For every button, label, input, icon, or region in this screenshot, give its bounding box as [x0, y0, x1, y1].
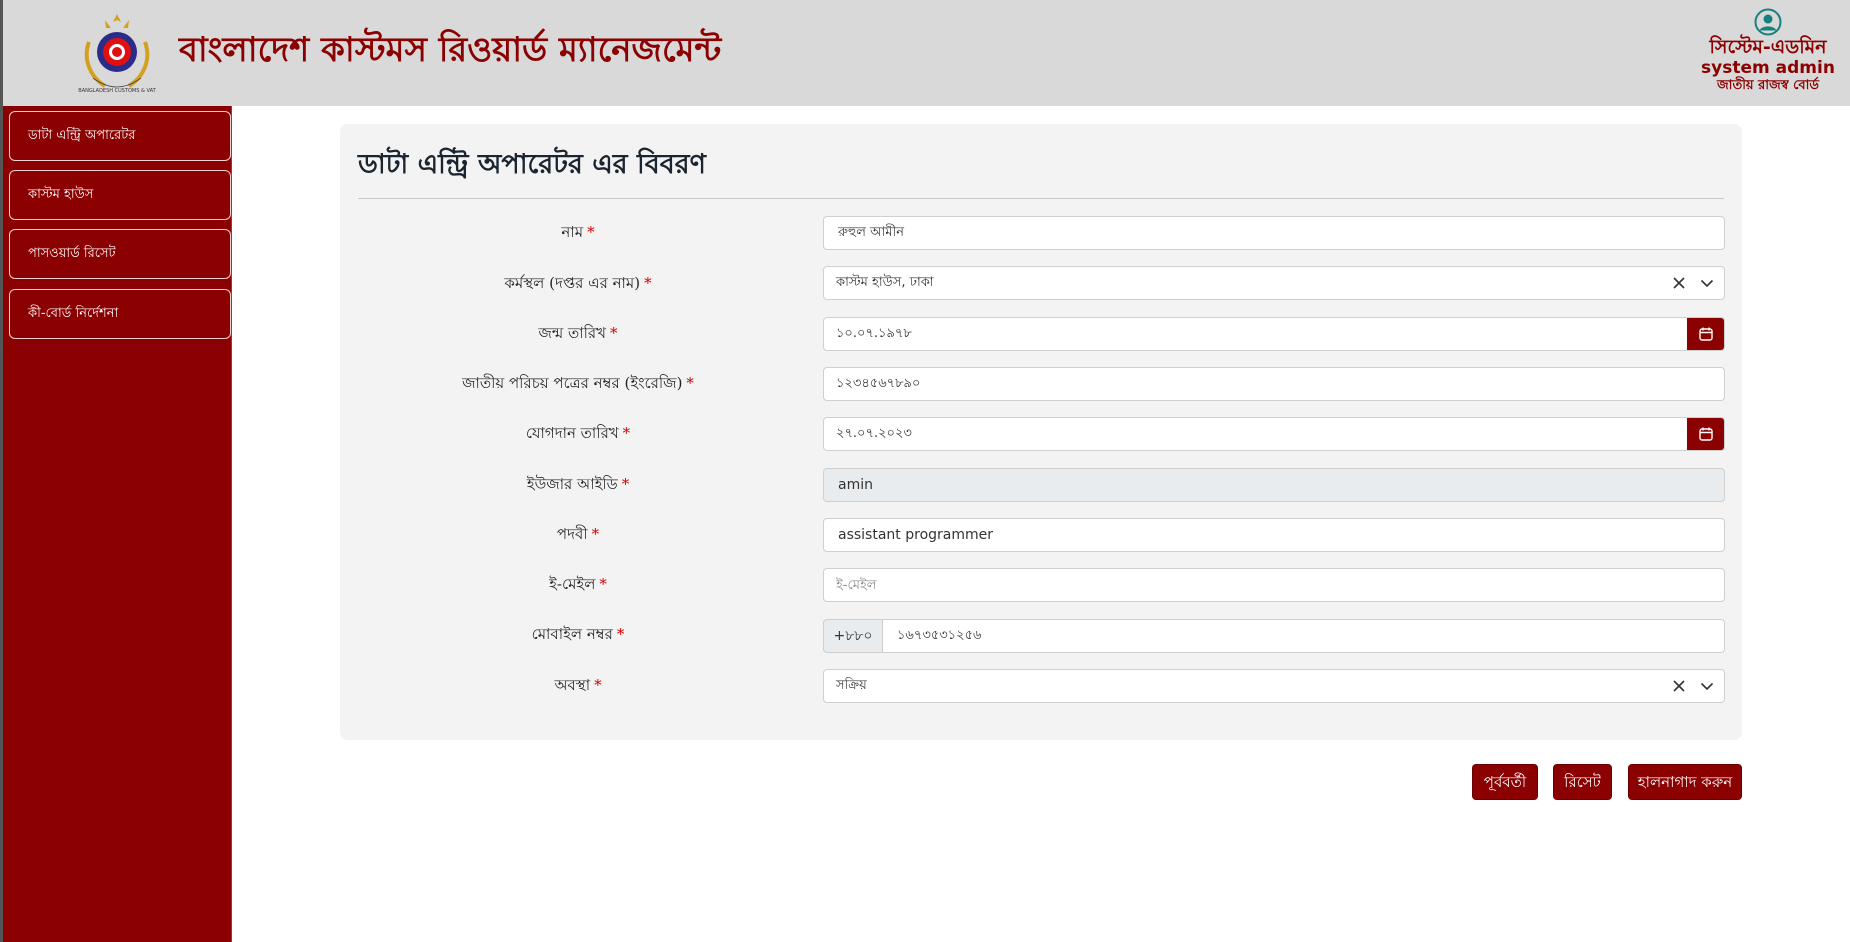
mobile-input[interactable]: ১৬৭৩৫৩১২৫৬	[882, 619, 1725, 653]
update-button[interactable]: হালনাগাদ করুন	[1628, 764, 1742, 800]
sidebar-item-password-reset[interactable]: পাসওয়ার্ড রিসেট	[9, 229, 231, 279]
sidebar-item-custom-house[interactable]: কাস্টম হাউস	[9, 170, 231, 220]
status-select[interactable]: সক্রিয়	[823, 669, 1725, 703]
name-label: নাম *	[561, 223, 595, 241]
workplace-select[interactable]: কাস্টম হাউস, ঢাকা	[823, 266, 1725, 300]
top-header: BANGLADESH CUSTOMS & VAT বাংলাদেশ কাস্টম…	[0, 0, 1850, 106]
customs-emblem-icon: BANGLADESH CUSTOMS & VAT	[78, 14, 157, 94]
required-mark: *	[594, 676, 602, 694]
sidebar-item-keyboard-guide[interactable]: কী-বোর্ড নির্দেশনা	[9, 289, 231, 339]
workplace-label: কর্মস্থল (দপ্তর এর নাম) *	[504, 274, 652, 292]
required-mark: *	[686, 374, 694, 392]
name-input[interactable]: রুহুল আমীন	[823, 216, 1725, 250]
chevron-down-icon[interactable]	[1700, 679, 1714, 693]
required-mark: *	[622, 424, 631, 442]
reset-button[interactable]: রিসেট	[1553, 764, 1612, 800]
dob-label: জন্ম তারিখ *	[538, 324, 618, 342]
designation-label: পদবী *	[556, 525, 600, 543]
previous-button[interactable]: পূর্ববর্তী	[1472, 764, 1538, 800]
email-label: ই-মেইল *	[549, 575, 607, 593]
sidebar-item-data-entry-operator[interactable]: ডাটা এন্ট্রি অপারেটর	[9, 111, 231, 161]
user-role: সিস্টেম-এডমিন	[1709, 36, 1827, 58]
calendar-icon	[1699, 327, 1713, 341]
sidebar: ডাটা এন্ট্রি অপারেটর কাস্টম হাউস পাসওয়া…	[0, 106, 232, 942]
required-mark: *	[591, 525, 600, 543]
chevron-down-icon[interactable]	[1700, 276, 1714, 290]
joining-date-input[interactable]: ২৭.০৭.২০২৩	[823, 417, 1725, 451]
user-id-label: ইউজার আইডি *	[526, 475, 630, 493]
joining-date-calendar-button[interactable]	[1687, 418, 1724, 450]
page-title: ডাটা এন্ট্রি অপারেটর এর বিবরণ	[358, 149, 706, 180]
operator-details-card: ডাটা এন্ট্রি অপারেটর এর বিবরণ নাম * রুহুল…	[340, 124, 1742, 740]
close-icon[interactable]	[1672, 679, 1686, 693]
required-mark: *	[621, 475, 630, 493]
title-divider	[358, 198, 1724, 199]
email-field[interactable]	[823, 568, 1725, 602]
close-icon[interactable]	[1672, 276, 1686, 290]
user-name: system admin	[1701, 58, 1835, 78]
required-mark: *	[587, 223, 595, 241]
user-profile[interactable]: সিস্টেম-এডমিন system admin জাতীয় রাজস্ব…	[1698, 8, 1838, 94]
joining-date-label: যোগদান তারিখ *	[525, 424, 631, 442]
dob-calendar-button[interactable]	[1687, 318, 1724, 350]
user-id-input: amin	[823, 468, 1725, 502]
designation-input[interactable]: assistant programmer	[823, 518, 1725, 552]
required-mark: *	[599, 575, 607, 593]
calendar-icon	[1699, 427, 1713, 441]
email-input[interactable]	[836, 569, 1724, 601]
app-title: বাংলাদেশ কাস্টমস রিওয়ার্ড ম্যানেজমেন্ট	[179, 30, 722, 70]
country-code-prefix: +৮৮০	[823, 619, 883, 653]
mobile-label: মোবাইল নম্বর *	[531, 625, 625, 643]
status-label: অবস্থা *	[554, 676, 602, 694]
user-avatar-icon[interactable]	[1754, 8, 1782, 36]
user-organization: জাতীয় রাজস্ব বোর্ড	[1717, 78, 1819, 93]
dob-input[interactable]: ১০.০৭.১৯৭৮	[823, 317, 1725, 351]
required-mark: *	[610, 324, 618, 342]
nid-label: জাতীয় পরিচয় পত্রের নম্বর (ইংরেজি) *	[462, 374, 694, 392]
required-mark: *	[644, 274, 652, 292]
required-mark: *	[616, 625, 625, 643]
nid-input[interactable]: ১২৩৪৫৬৭৮৯০	[823, 367, 1725, 401]
svg-text:BANGLADESH CUSTOMS & VAT: BANGLADESH CUSTOMS & VAT	[78, 88, 156, 94]
